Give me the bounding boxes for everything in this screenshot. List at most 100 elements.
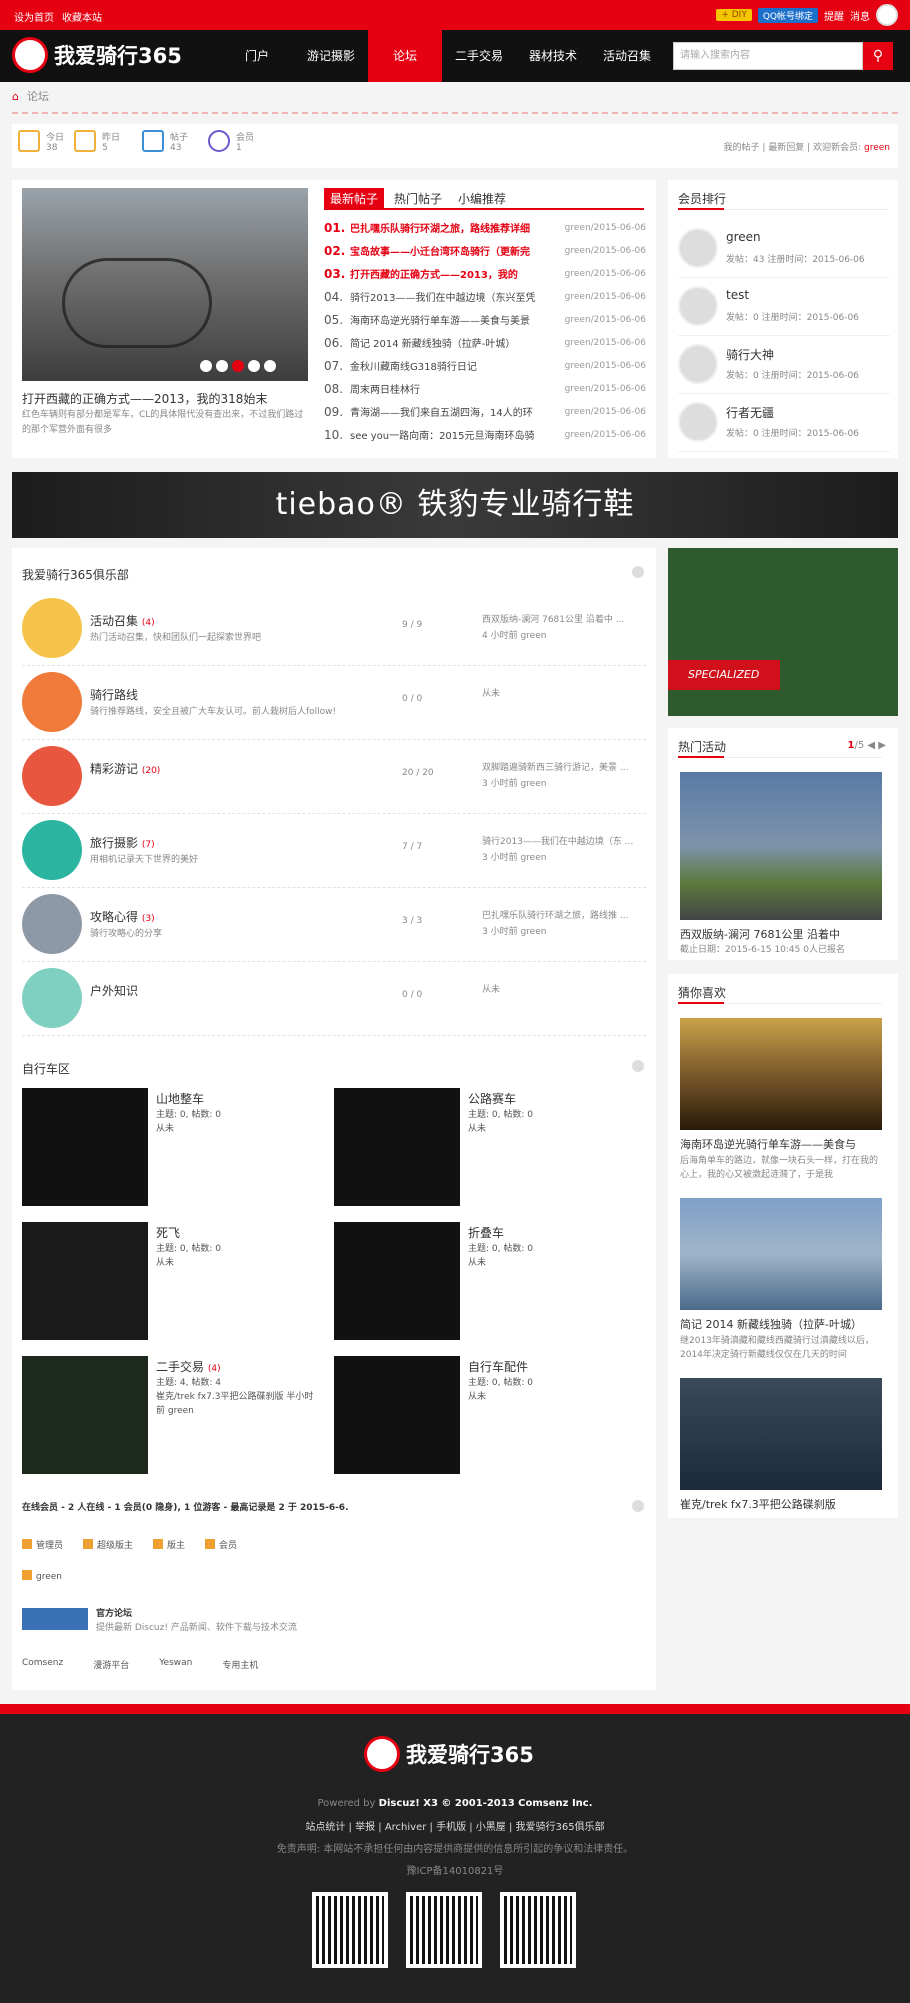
car-last[interactable]: 崔克/trek fx7.3平把公路碟刹版 半小时前 green [156, 1390, 322, 1418]
forum-name[interactable]: 骑行路线 [90, 686, 138, 703]
avatar[interactable] [678, 228, 718, 268]
guess-image[interactable] [680, 1198, 882, 1310]
forum-last-post[interactable]: 从未 [482, 982, 642, 995]
forum-name[interactable]: 活动召集 (4) [90, 612, 155, 629]
thread-row[interactable]: 05. 海南环岛逆光骑行单车游——美食与美景 green/2015-06-06 [324, 308, 646, 331]
discuz-logo[interactable] [22, 1608, 88, 1630]
thread-title[interactable]: 周末两日桂林行 [350, 381, 546, 396]
forum-last-post[interactable]: 西双版纳-澜河 7681公里 沿着中 ... [482, 612, 642, 625]
forum-name[interactable]: 户外知识 [90, 982, 138, 999]
member-item[interactable]: green 发帖：43 注册时间：2015-06-06 [678, 220, 890, 278]
forum-row[interactable]: 攻略心得 (3) 骑行攻略心的分享 3 / 3 巴扎嘿乐队骑行环湖之旅，路线推 ...… [22, 888, 646, 962]
online-user[interactable]: green [22, 1570, 62, 1582]
thread-title[interactable]: 金秋川藏南线G318骑行日记 [350, 358, 546, 373]
nav-item[interactable]: 二手交易 [442, 30, 516, 82]
set-home-link[interactable]: 设为首页 [14, 13, 54, 24]
thread-title[interactable]: 宝岛故事——小迁台湾环岛骑行（更新完 [350, 243, 546, 258]
user-avatar[interactable] [876, 4, 898, 26]
forum-icon[interactable] [22, 894, 82, 954]
car-name[interactable]: 自行车配件 [468, 1358, 528, 1375]
forum-name[interactable]: 精彩游记 (20) [90, 760, 160, 777]
forum-last-post[interactable]: 从未 [482, 686, 642, 699]
slide-dot[interactable] [264, 360, 276, 372]
thread-title[interactable]: 青海湖——我们来自五湖四海，14人的环 [350, 404, 546, 419]
thread-row[interactable]: 09. 青海湖——我们来自五湖四海，14人的环 green/2015-06-06 [324, 400, 646, 423]
forum-name-label[interactable]: 旅行摄影 [90, 836, 138, 850]
thread-row[interactable]: 03. 打开西藏的正确方式——2013，我的 green/2015-06-06 [324, 262, 646, 285]
forum-icon[interactable] [22, 672, 82, 732]
forum-row[interactable]: 精彩游记 (20) 20 / 20 双脚踏遍骑新西三骑行游记，美景 ... 3 小时前… [22, 740, 646, 814]
bookmark-link[interactable]: 收藏本站 [62, 13, 102, 24]
nav-item[interactable]: 活动召集 [590, 30, 664, 82]
activity-item-title[interactable]: 西双版纳-澜河 7681公里 沿着中 [680, 926, 840, 942]
forum-name-label[interactable]: 骑行路线 [90, 688, 138, 702]
slide-dot[interactable] [248, 360, 260, 372]
car-name[interactable]: 死飞 [156, 1224, 180, 1241]
car-forum[interactable]: 二手交易 (4) 主题: 4, 帖数: 4 崔克/trek fx7.3平把公路碟刹版… [22, 1356, 322, 1482]
thread-title[interactable]: 骑行2013——我们在中越边境（东兴至凭 [350, 289, 546, 304]
collapse-icon[interactable] [632, 1060, 644, 1072]
forum-row[interactable]: 旅行摄影 (7) 用相机记录天下世界的美好 7 / 7 骑行2013——我们在中越边境… [22, 814, 646, 888]
guess-item[interactable]: 简记 2014 新藏线独骑（拉萨-叶城） 继2013年骑滇藏和藏线西藏骑行过滇藏线… [680, 1198, 884, 1362]
avatar[interactable] [678, 344, 718, 384]
thread-row[interactable]: 04. 骑行2013——我们在中越边境（东兴至凭 green/2015-06-06 [324, 285, 646, 308]
forum-icon[interactable] [22, 968, 82, 1028]
site-logo[interactable]: 我爱骑行365 [12, 37, 182, 73]
nav-item[interactable]: 门户 [220, 30, 294, 82]
forum-row[interactable]: 活动召集 (4) 热门活动召集，快和团队们一起探索世界吧 9 / 9 西双版纳-澜河 … [22, 592, 646, 666]
thread-row[interactable]: 10. see you一路向南：2015元旦海南环岛骑 green/2015-06-… [324, 423, 646, 446]
thread-row[interactable]: 01. 巴扎嘿乐队骑行环湖之旅，路线推荐详细 green/2015-06-06 [324, 216, 646, 239]
car-forum[interactable]: 死飞 主题: 0, 帖数: 0 从未 [22, 1222, 322, 1348]
car-name[interactable]: 山地整车 [156, 1090, 204, 1107]
car-last[interactable]: 从未 [156, 1122, 322, 1136]
thread-title[interactable]: 简记 2014 新藏线独骑（拉萨-叶城） [350, 335, 546, 350]
forum-row[interactable]: 户外知识 0 / 0 从未 [22, 962, 646, 1036]
thread-title[interactable]: 巴扎嘿乐队骑行环湖之旅，路线推荐详细 [350, 220, 546, 235]
forum-icon[interactable] [22, 746, 82, 806]
remind-link[interactable]: 提醒 [824, 8, 844, 23]
car-name[interactable]: 公路赛车 [468, 1090, 516, 1107]
activity-image[interactable] [680, 772, 882, 920]
car-last[interactable]: 从未 [468, 1256, 634, 1270]
guess-image[interactable] [680, 1378, 882, 1490]
friend-link[interactable]: Comsenz [22, 1658, 63, 1671]
thread-row[interactable]: 06. 简记 2014 新藏线独骑（拉萨-叶城） green/2015-06-06 [324, 331, 646, 354]
forum-name-label[interactable]: 活动召集 [90, 614, 138, 628]
slideshow-title[interactable]: 打开西藏的正确方式——2013，我的318始末 [22, 390, 267, 407]
friend-link[interactable]: 漫游平台 [93, 1658, 129, 1671]
car-image[interactable] [22, 1088, 148, 1206]
car-name-label[interactable]: 折叠车 [468, 1226, 504, 1240]
car-name-label[interactable]: 山地整车 [156, 1092, 204, 1106]
thread-tab[interactable]: 热门帖子 [388, 188, 448, 209]
car-forum[interactable]: 山地整车 主题: 0, 帖数: 0 从未 [22, 1088, 322, 1214]
guess-item[interactable]: 崔克/trek fx7.3平把公路碟刹版 [680, 1378, 884, 1514]
message-link[interactable]: 消息 [850, 8, 870, 23]
forum-name[interactable]: 攻略心得 (3) [90, 908, 155, 925]
car-name-label[interactable]: 二手交易 [156, 1360, 204, 1374]
car-last[interactable]: 从未 [468, 1122, 634, 1136]
member-item[interactable]: 行者无疆 发帖：0 注册时间：2015-06-06 [678, 394, 890, 452]
car-last[interactable]: 从未 [468, 1390, 634, 1404]
thread-row[interactable]: 07. 金秋川藏南线G318骑行日记 green/2015-06-06 [324, 354, 646, 377]
member-name[interactable]: 骑行大神 [726, 346, 774, 363]
avatar[interactable] [678, 402, 718, 442]
thread-title[interactable]: 打开西藏的正确方式——2013，我的 [350, 266, 546, 281]
car-image[interactable] [334, 1356, 460, 1474]
forum-name-label[interactable]: 精彩游记 [90, 762, 138, 776]
member-name[interactable]: test [726, 288, 749, 302]
search-input[interactable]: 请输入搜索内容 [673, 42, 863, 70]
car-image[interactable] [22, 1222, 148, 1340]
guess-image[interactable] [680, 1018, 882, 1130]
activity-pager[interactable]: 1/5 ◀ ▶ [848, 740, 886, 751]
friend-link[interactable]: Yeswan [159, 1658, 192, 1671]
member-name[interactable]: 行者无疆 [726, 404, 774, 421]
car-name[interactable]: 二手交易 (4) [156, 1358, 221, 1375]
guess-title[interactable]: 崔克/trek fx7.3平把公路碟刹版 [680, 1496, 884, 1512]
car-image[interactable] [334, 1222, 460, 1340]
car-name-label[interactable]: 公路赛车 [468, 1092, 516, 1106]
new-member-link[interactable]: green [864, 143, 890, 153]
member-item[interactable]: test 发帖：0 注册时间：2015-06-06 [678, 278, 890, 336]
qq-bind-button[interactable]: QQ帐号绑定 [757, 7, 818, 23]
thread-row[interactable]: 02. 宝岛故事——小迁台湾环岛骑行（更新完 green/2015-06-06 [324, 239, 646, 262]
guess-title[interactable]: 简记 2014 新藏线独骑（拉萨-叶城） [680, 1316, 884, 1332]
